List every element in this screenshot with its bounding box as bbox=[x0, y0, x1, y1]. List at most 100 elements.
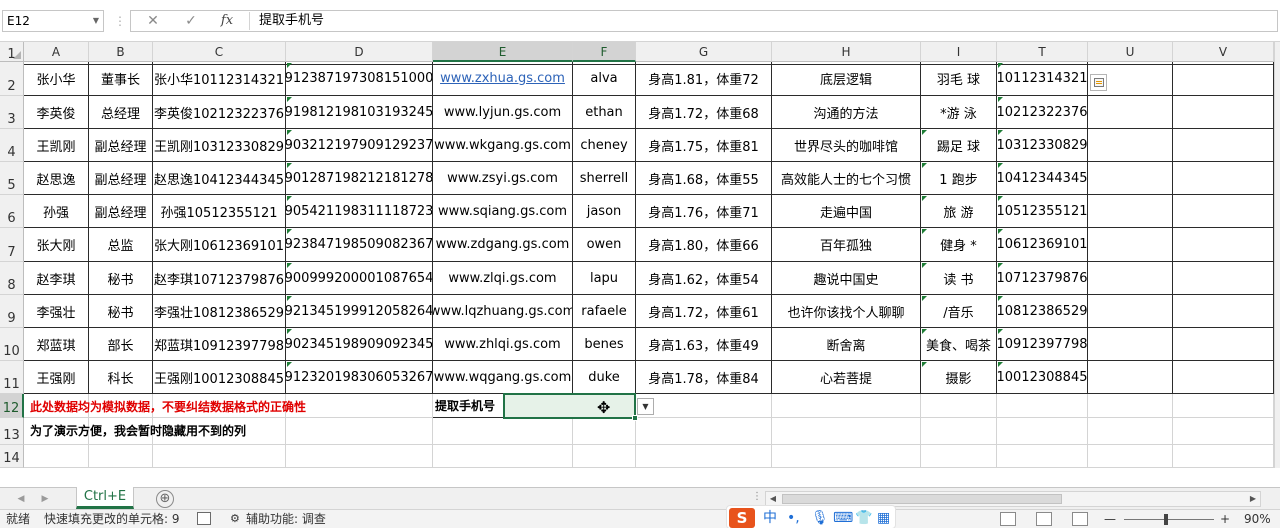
table-cell[interactable]: 副总经理 bbox=[89, 195, 153, 228]
table-cell[interactable] bbox=[1088, 328, 1173, 361]
scroll-left-icon[interactable]: ◀ bbox=[766, 492, 780, 506]
table-cell[interactable] bbox=[1173, 129, 1274, 162]
add-sheet-icon[interactable]: ⊕ bbox=[156, 490, 174, 508]
column-header-f[interactable]: F bbox=[573, 42, 636, 62]
table-cell[interactable]: 李强壮10812386529 bbox=[153, 295, 286, 328]
row12-note[interactable]: 此处数据均为模拟数据，不要纠结数据格式的正确性 bbox=[30, 400, 306, 414]
table-cell[interactable]: 世界尽头的咖啡馆 bbox=[772, 129, 921, 162]
grid-cell[interactable] bbox=[153, 445, 286, 468]
error-indicator-icon[interactable] bbox=[287, 163, 292, 168]
table-cell[interactable] bbox=[1173, 195, 1274, 228]
grid-cell[interactable] bbox=[1173, 418, 1274, 445]
row-header-6[interactable]: 6 bbox=[0, 195, 24, 228]
ime-toolbar[interactable]: S 中 •, 🎙 ⌨ 👕 ▦ bbox=[726, 505, 896, 528]
error-indicator-icon[interactable] bbox=[922, 362, 927, 367]
table-cell[interactable]: 高效能人士的七个习惯 bbox=[772, 162, 921, 195]
grid-cell[interactable] bbox=[573, 418, 636, 445]
table-cell[interactable]: www.wqgang.gs.com bbox=[433, 361, 573, 394]
table-cell[interactable]: 10412344345 bbox=[997, 162, 1088, 195]
error-indicator-icon[interactable] bbox=[998, 163, 1003, 168]
table-cell[interactable]: 孙强 bbox=[24, 195, 89, 228]
table-cell[interactable] bbox=[1088, 262, 1173, 295]
column-header-a[interactable]: A bbox=[24, 42, 89, 62]
selected-cell-range[interactable] bbox=[503, 393, 638, 421]
table-cell[interactable]: 断舍离 bbox=[772, 328, 921, 361]
zoom-level[interactable]: 90% bbox=[1244, 511, 1271, 527]
table-cell[interactable]: www.zxhua.gs.com bbox=[433, 62, 573, 96]
table-cell[interactable]: www.zlqi.gs.com bbox=[433, 262, 573, 295]
table-cell[interactable] bbox=[1173, 162, 1274, 195]
table-cell[interactable]: 副总经理 bbox=[89, 162, 153, 195]
table-cell[interactable]: 900999200001087654 bbox=[286, 262, 433, 295]
confirm-icon[interactable]: ✓ bbox=[179, 12, 203, 30]
table-cell[interactable]: 李英俊10212322376 bbox=[153, 96, 286, 129]
table-cell[interactable]: 秘书 bbox=[89, 262, 153, 295]
table-cell[interactable]: 身高1.80，体重66 bbox=[636, 228, 772, 262]
table-cell[interactable] bbox=[1088, 295, 1173, 328]
column-header-e[interactable]: E bbox=[433, 42, 573, 62]
table-cell[interactable] bbox=[1088, 361, 1173, 394]
table-cell[interactable]: 部长 bbox=[89, 328, 153, 361]
table-cell[interactable] bbox=[1088, 129, 1173, 162]
error-indicator-icon[interactable] bbox=[922, 329, 927, 334]
grid-cell[interactable] bbox=[573, 445, 636, 468]
table-cell[interactable]: 王凯刚 bbox=[24, 129, 89, 162]
error-indicator-icon[interactable] bbox=[998, 362, 1003, 367]
row-header-4[interactable]: 4 bbox=[0, 129, 24, 162]
table-cell[interactable]: 心若菩提 bbox=[772, 361, 921, 394]
scroll-right-icon[interactable]: ▶ bbox=[1246, 492, 1260, 506]
grid-cell[interactable] bbox=[636, 418, 772, 445]
row-header-3[interactable]: 3 bbox=[0, 96, 24, 129]
table-cell[interactable]: 张大刚 bbox=[24, 228, 89, 262]
table-cell[interactable]: www.wkgang.gs.com bbox=[433, 129, 573, 162]
table-cell[interactable]: 也许你该找个人聊聊 bbox=[772, 295, 921, 328]
table-cell[interactable]: 总经理 bbox=[89, 96, 153, 129]
table-cell[interactable]: 读 书 bbox=[921, 262, 997, 295]
error-indicator-icon[interactable] bbox=[998, 63, 1003, 68]
macro-record-icon[interactable] bbox=[197, 512, 211, 525]
table-cell[interactable]: 身高1.72，体重61 bbox=[636, 295, 772, 328]
table-cell[interactable] bbox=[1173, 228, 1274, 262]
name-box[interactable]: E12 ▼ bbox=[2, 10, 104, 32]
table-cell[interactable]: 走遍中国 bbox=[772, 195, 921, 228]
table-cell[interactable]: 羽毛 球 bbox=[921, 62, 997, 96]
table-cell[interactable]: 10012308845 bbox=[997, 361, 1088, 394]
table-cell[interactable]: 科长 bbox=[89, 361, 153, 394]
error-indicator-icon[interactable] bbox=[287, 196, 292, 201]
table-cell[interactable]: 1 跑步 bbox=[921, 162, 997, 195]
zoom-in-icon[interactable]: + bbox=[1220, 511, 1230, 527]
grid-cell[interactable] bbox=[997, 445, 1088, 468]
table-cell[interactable]: 李英俊 bbox=[24, 96, 89, 129]
page-break-view-icon[interactable] bbox=[1072, 512, 1088, 526]
table-cell[interactable] bbox=[1173, 295, 1274, 328]
column-header-c[interactable]: C bbox=[153, 42, 286, 62]
error-indicator-icon[interactable] bbox=[287, 263, 292, 268]
column-header-v[interactable]: V bbox=[1173, 42, 1274, 62]
table-cell[interactable]: 健身 * bbox=[921, 228, 997, 262]
table-cell[interactable]: jason bbox=[573, 195, 636, 228]
row-header-9[interactable]: 9 bbox=[0, 295, 24, 328]
table-cell[interactable] bbox=[1173, 328, 1274, 361]
formula-bar-grip-icon[interactable]: ⋮ bbox=[114, 12, 126, 30]
error-indicator-icon[interactable] bbox=[287, 63, 292, 68]
grid-cell[interactable] bbox=[636, 394, 772, 418]
table-cell[interactable]: 10112314321 bbox=[997, 62, 1088, 96]
error-indicator-icon[interactable] bbox=[922, 130, 927, 135]
grid-cell[interactable] bbox=[433, 418, 573, 445]
table-cell[interactable]: 赵李琪 bbox=[24, 262, 89, 295]
grid-cell[interactable] bbox=[1173, 394, 1274, 418]
table-cell[interactable]: 张小华10112314321 bbox=[153, 62, 286, 96]
table-cell[interactable]: 919812198103193245 bbox=[286, 96, 433, 129]
table-cell[interactable] bbox=[1088, 228, 1173, 262]
table-cell[interactable]: 郑蓝琪10912397798 bbox=[153, 328, 286, 361]
table-cell[interactable]: cheney bbox=[573, 129, 636, 162]
table-cell[interactable]: www.zsyi.gs.com bbox=[433, 162, 573, 195]
normal-view-icon[interactable] bbox=[1000, 512, 1016, 526]
grid-cell[interactable] bbox=[921, 445, 997, 468]
row-header-14[interactable]: 14 bbox=[0, 445, 24, 468]
name-box-dropdown-icon[interactable]: ▼ bbox=[93, 11, 99, 31]
table-cell[interactable] bbox=[1173, 96, 1274, 129]
error-indicator-icon[interactable] bbox=[287, 229, 292, 234]
grid-cell[interactable] bbox=[286, 394, 433, 418]
table-cell[interactable]: 身高1.78，体重84 bbox=[636, 361, 772, 394]
